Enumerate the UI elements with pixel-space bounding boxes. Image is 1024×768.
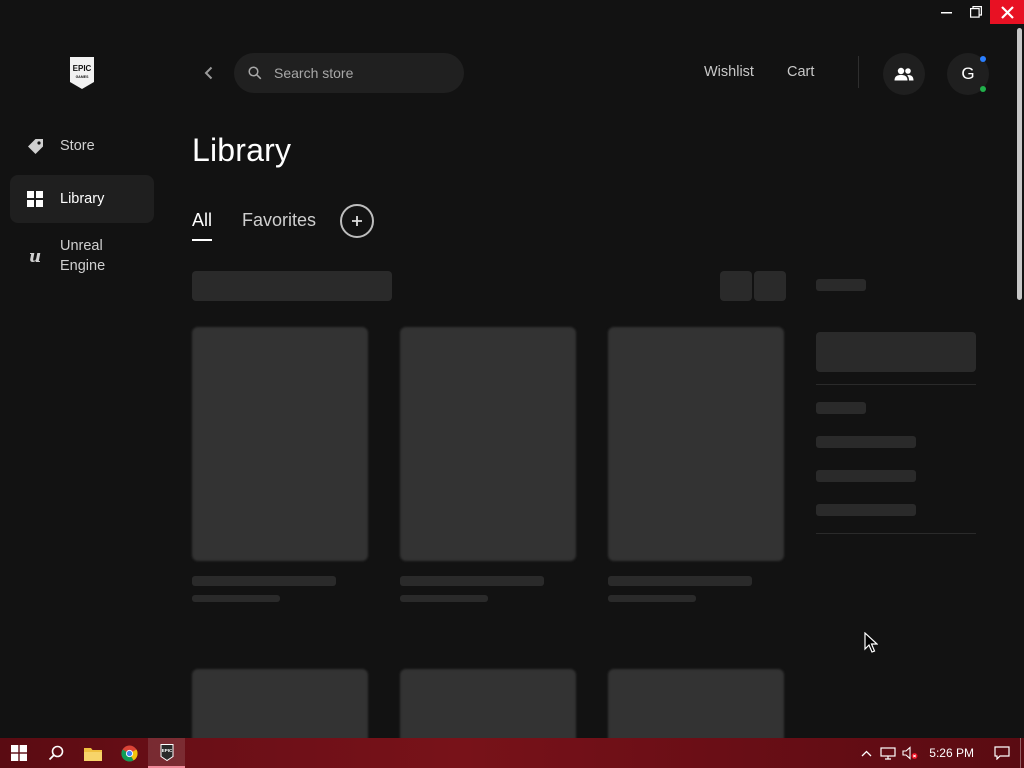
sort-dropdown-placeholder [192,271,392,301]
tag-icon [26,137,44,155]
search-input[interactable] [274,65,444,81]
taskbar-clock[interactable]: 5:26 PM [929,746,974,760]
filter-search-placeholder [816,332,976,372]
start-button[interactable] [0,738,37,768]
svg-text:u: u [29,247,41,265]
show-desktop-button[interactable] [1020,738,1024,768]
filter-divider [816,384,976,385]
system-tray: 5:26 PM [855,738,1024,768]
grid-icon [26,190,44,208]
volume-button[interactable] [899,738,921,768]
filter-divider [816,533,976,534]
library-tabs: All Favorites [192,204,375,241]
plus-icon [352,216,363,226]
online-status-dot [980,86,986,92]
game-title-placeholder [192,576,336,586]
sidebar-item-unreal-engine[interactable]: u Unreal Engine [10,228,154,284]
sidebar-nav: Store Library u Unreal Engine [10,122,154,289]
avatar-initial: G [961,64,975,83]
page-title: Library [192,132,292,168]
windows-taskbar: EPIC 5:26 PM [0,738,1024,768]
header-divider [858,56,859,88]
filter-option-placeholder [816,470,916,482]
minimize-icon [941,11,952,13]
restore-button[interactable] [961,0,990,24]
volume-muted-icon [902,746,918,760]
taskbar-epic-games[interactable]: EPIC [148,738,185,768]
filter-option-placeholder [816,504,916,516]
taskbar-chrome[interactable] [111,738,148,768]
unreal-engine-icon: u [26,247,44,265]
wishlist-link[interactable]: Wishlist [704,64,754,80]
chrome-icon [121,745,138,762]
game-subtitle-placeholder [192,595,280,602]
notifications-icon [994,746,1010,760]
add-collection-button[interactable] [340,204,375,238]
network-button[interactable] [877,738,899,768]
epic-games-logo[interactable]: EPIC GAMES [68,56,96,90]
search-icon [48,745,63,761]
friends-icon [894,67,914,81]
list-view-toggle-placeholder [754,271,786,301]
game-card-placeholder [400,327,576,561]
game-title-placeholder [608,576,752,586]
game-card-placeholder [400,669,576,738]
search-bar[interactable] [234,53,464,93]
game-card-placeholder [192,327,368,561]
minimize-button[interactable] [932,0,961,24]
sidebar-item-label: Library [60,191,105,207]
file-explorer-icon [83,747,102,761]
chevron-up-icon [861,750,872,756]
scrollbar-thumb[interactable] [1017,28,1022,300]
epic-games-icon: EPIC [160,743,173,761]
logo-text: EPIC [73,64,92,73]
game-subtitle-placeholder [400,595,488,602]
restore-icon [969,6,982,18]
sidebar-item-library[interactable]: Library [10,175,154,223]
close-button[interactable] [990,0,1024,24]
taskbar-search-button[interactable] [37,738,74,768]
cart-link[interactable]: Cart [787,64,814,80]
game-card-placeholder [608,327,784,561]
taskbar-file-explorer[interactable] [74,738,111,768]
sidebar-item-label: Unreal Engine [60,238,106,274]
svg-text:EPIC: EPIC [161,748,172,753]
chevron-left-icon [204,66,212,80]
mouse-cursor-icon [864,632,878,653]
epic-games-launcher-window: EPIC GAMES Store Library u Unreal Engine [0,0,1024,738]
tab-favorites[interactable]: Favorites [242,210,316,237]
friends-button[interactable] [883,53,925,95]
windows-start-icon [10,745,27,761]
search-icon [248,66,262,80]
filter-option-placeholder [816,436,916,448]
action-center-button[interactable] [984,738,1020,768]
window-controls [932,0,1024,24]
back-button[interactable] [198,62,218,84]
filter-heading-placeholder [816,279,866,291]
logo-subtext: GAMES [76,75,90,79]
show-hidden-icons-button[interactable] [855,738,877,768]
sidebar-item-label: Store [60,138,95,154]
tab-all[interactable]: All [192,210,213,241]
game-title-placeholder [400,576,544,586]
game-card-placeholder [608,669,784,738]
sidebar-item-store[interactable]: Store [10,122,154,170]
notification-dot [980,56,986,62]
close-icon [1000,5,1014,19]
game-card-placeholder [192,669,368,738]
game-subtitle-placeholder [608,595,696,602]
filter-group-heading-placeholder [816,402,866,414]
network-icon [880,746,896,760]
grid-view-toggle-placeholder [720,271,752,301]
